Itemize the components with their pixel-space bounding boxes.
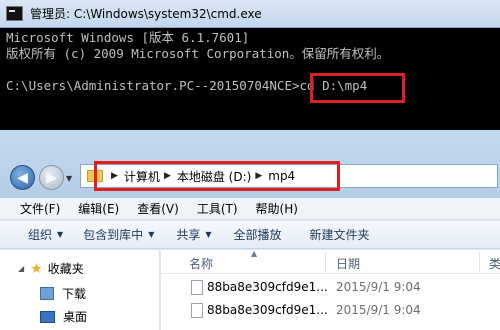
chevron-down-icon: ▼: [205, 230, 212, 239]
chevron-down-icon: ▼: [57, 230, 64, 239]
nav-desktop-label: 桌面: [63, 310, 88, 324]
column-name[interactable]: 名称: [189, 255, 213, 272]
nav-favorites[interactable]: ◢ ★ 收藏夹: [18, 260, 84, 277]
navigation-pane: ◢ ★ 收藏夹 下载 桌面: [0, 250, 160, 330]
file-name: 88ba8e309cfd9e1...: [207, 303, 328, 317]
menu-bar: 文件(F) 编辑(E) 查看(V) 工具(T) 帮助(H): [0, 198, 500, 220]
file-row[interactable]: 88ba8e309cfd9e1... 2015/9/1 9:04: [161, 301, 500, 321]
nav-favorites-label: 收藏夹: [47, 262, 84, 276]
column-date[interactable]: 日期: [336, 255, 360, 272]
cmd-titlebar[interactable]: 管理员: C:\Windows\system32\cmd.exe: [0, 0, 500, 28]
cmd-version-line: Microsoft Windows [版本 6.1.7601]: [6, 30, 250, 45]
menu-edit[interactable]: 编辑(E): [78, 200, 119, 217]
organize-button[interactable]: 组织 ▼: [28, 226, 63, 243]
new-folder-button[interactable]: 新建文件夹: [310, 226, 370, 243]
play-all-label: 全部播放: [233, 228, 282, 242]
back-button[interactable]: ◀: [10, 165, 35, 190]
column-divider[interactable]: [479, 252, 480, 272]
arrow-right-icon: ▶: [46, 169, 57, 186]
file-name: 88ba8e309cfd9e1...: [207, 280, 328, 294]
file-list: ▲ 名称 日期 类 88ba8e309cfd9e1... 2015/9/1 9:…: [161, 249, 500, 330]
cmd-copyright-line: 版权所有 (c) 2009 Microsoft Corporation。保留所有…: [6, 46, 390, 61]
cmd-prompt: C:\Users\Administrator.PC--20150704NCE>: [6, 78, 300, 93]
desktop-icon: [40, 310, 55, 323]
file-date: 2015/9/1 9:04: [336, 303, 421, 317]
chevron-down-icon[interactable]: ▼: [66, 174, 72, 183]
cmd-prompt-line: C:\Users\Administrator.PC--20150704NCE>c…: [6, 78, 500, 94]
menu-help[interactable]: 帮助(H): [256, 200, 298, 217]
organize-label: 组织: [28, 228, 53, 242]
column-header: ▲ 名称 日期 类: [161, 249, 500, 274]
arrow-left-icon: ◀: [17, 169, 28, 186]
play-all-button[interactable]: 全部播放: [234, 226, 282, 243]
cmd-console[interactable]: Microsoft Windows [版本 6.1.7601] 版权所有 (c)…: [0, 28, 500, 130]
column-type[interactable]: 类: [489, 255, 500, 272]
command-toolbar: 组织 ▼ 包含到库中 ▼ 共享 ▼ 全部播放 新建文件夹: [0, 221, 500, 249]
chevron-down-icon[interactable]: ◢: [18, 264, 24, 273]
cmd-window-title: 管理员: C:\Windows\system32\cmd.exe: [30, 7, 262, 21]
include-in-library-button[interactable]: 包含到库中 ▼: [83, 226, 154, 243]
include-label: 包含到库中: [83, 228, 144, 242]
explorer-window: ◀ ▶ ▼ ▶ 计算机 ▶ 本地磁盘 (D:) ▶ mp4 文件(F) 编辑(E…: [0, 130, 500, 330]
star-icon: ★: [30, 260, 43, 277]
sort-up-icon: ▲: [251, 249, 258, 258]
address-highlight-box: [94, 161, 340, 191]
command-highlight-box: [310, 73, 405, 103]
share-button[interactable]: 共享 ▼: [176, 226, 211, 243]
menu-view[interactable]: 查看(V): [137, 200, 179, 217]
file-icon: [191, 280, 203, 295]
menu-tools[interactable]: 工具(T): [197, 200, 238, 217]
file-row[interactable]: 88ba8e309cfd9e1... 2015/9/1 9:04: [161, 278, 500, 298]
file-icon: [191, 303, 203, 318]
downloads-folder-icon: [40, 287, 54, 300]
cmd-icon: [6, 6, 23, 21]
nav-downloads[interactable]: 下载: [40, 285, 86, 302]
column-divider[interactable]: [325, 252, 326, 272]
nav-downloads-label: 下载: [62, 287, 87, 301]
menu-file[interactable]: 文件(F): [20, 200, 60, 217]
file-date: 2015/9/1 9:04: [336, 280, 421, 294]
share-label: 共享: [176, 228, 201, 242]
new-folder-label: 新建文件夹: [309, 228, 370, 242]
nav-desktop[interactable]: 桌面: [40, 308, 87, 325]
chevron-down-icon: ▼: [148, 230, 155, 239]
forward-button[interactable]: ▶: [39, 165, 64, 190]
